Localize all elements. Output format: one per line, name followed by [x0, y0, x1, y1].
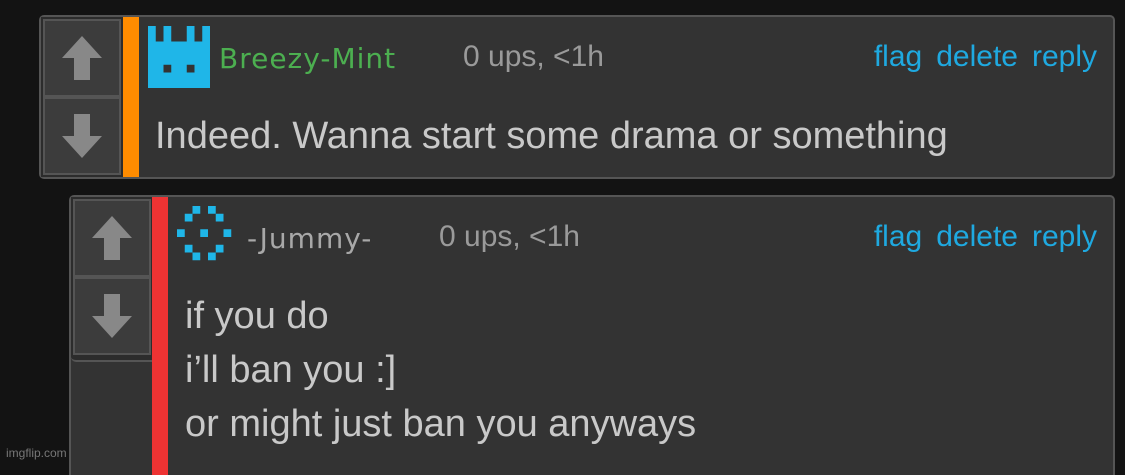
username[interactable]: -Jummy- [247, 222, 372, 255]
comment: -Jummy- 0 ups, <1h flag delete reply if yo… [69, 195, 1115, 475]
downvote-button[interactable] [43, 97, 121, 175]
watermark: imgflip.com [6, 446, 67, 460]
flag-link[interactable]: flag [874, 220, 922, 253]
username[interactable]: Breezy-Mint [219, 42, 396, 75]
delete-link[interactable]: delete [936, 40, 1018, 73]
user-avatar[interactable] [148, 26, 210, 88]
comment-thread-bar [123, 17, 139, 177]
downvote-button[interactable] [73, 277, 151, 355]
upvote-button[interactable] [43, 19, 121, 97]
comment-text: if you do i’ll ban you :] or might just … [185, 295, 697, 445]
comment-actions: flag delete reply [860, 40, 1097, 74]
upvote-button[interactable] [73, 199, 151, 277]
arrow-down-icon [62, 114, 102, 158]
comment: Breezy-Mint 0 ups, <1h flag delete reply I… [39, 15, 1115, 179]
comment-meta: 0 ups, <1h [463, 40, 604, 73]
comment-thread-bar [152, 197, 168, 475]
vote-column [71, 197, 155, 362]
reply-link[interactable]: reply [1032, 40, 1097, 73]
vote-column [41, 17, 125, 177]
reply-link[interactable]: reply [1032, 220, 1097, 253]
comment-meta: 0 ups, <1h [439, 220, 580, 253]
arrow-up-icon [62, 36, 102, 80]
comment-actions: flag delete reply [860, 220, 1097, 254]
comment-text: Indeed. Wanna start some drama or someth… [155, 115, 948, 157]
arrow-down-icon [92, 294, 132, 338]
delete-link[interactable]: delete [936, 220, 1018, 253]
flag-link[interactable]: flag [874, 40, 922, 73]
arrow-up-icon [92, 216, 132, 260]
user-avatar[interactable] [177, 206, 239, 268]
